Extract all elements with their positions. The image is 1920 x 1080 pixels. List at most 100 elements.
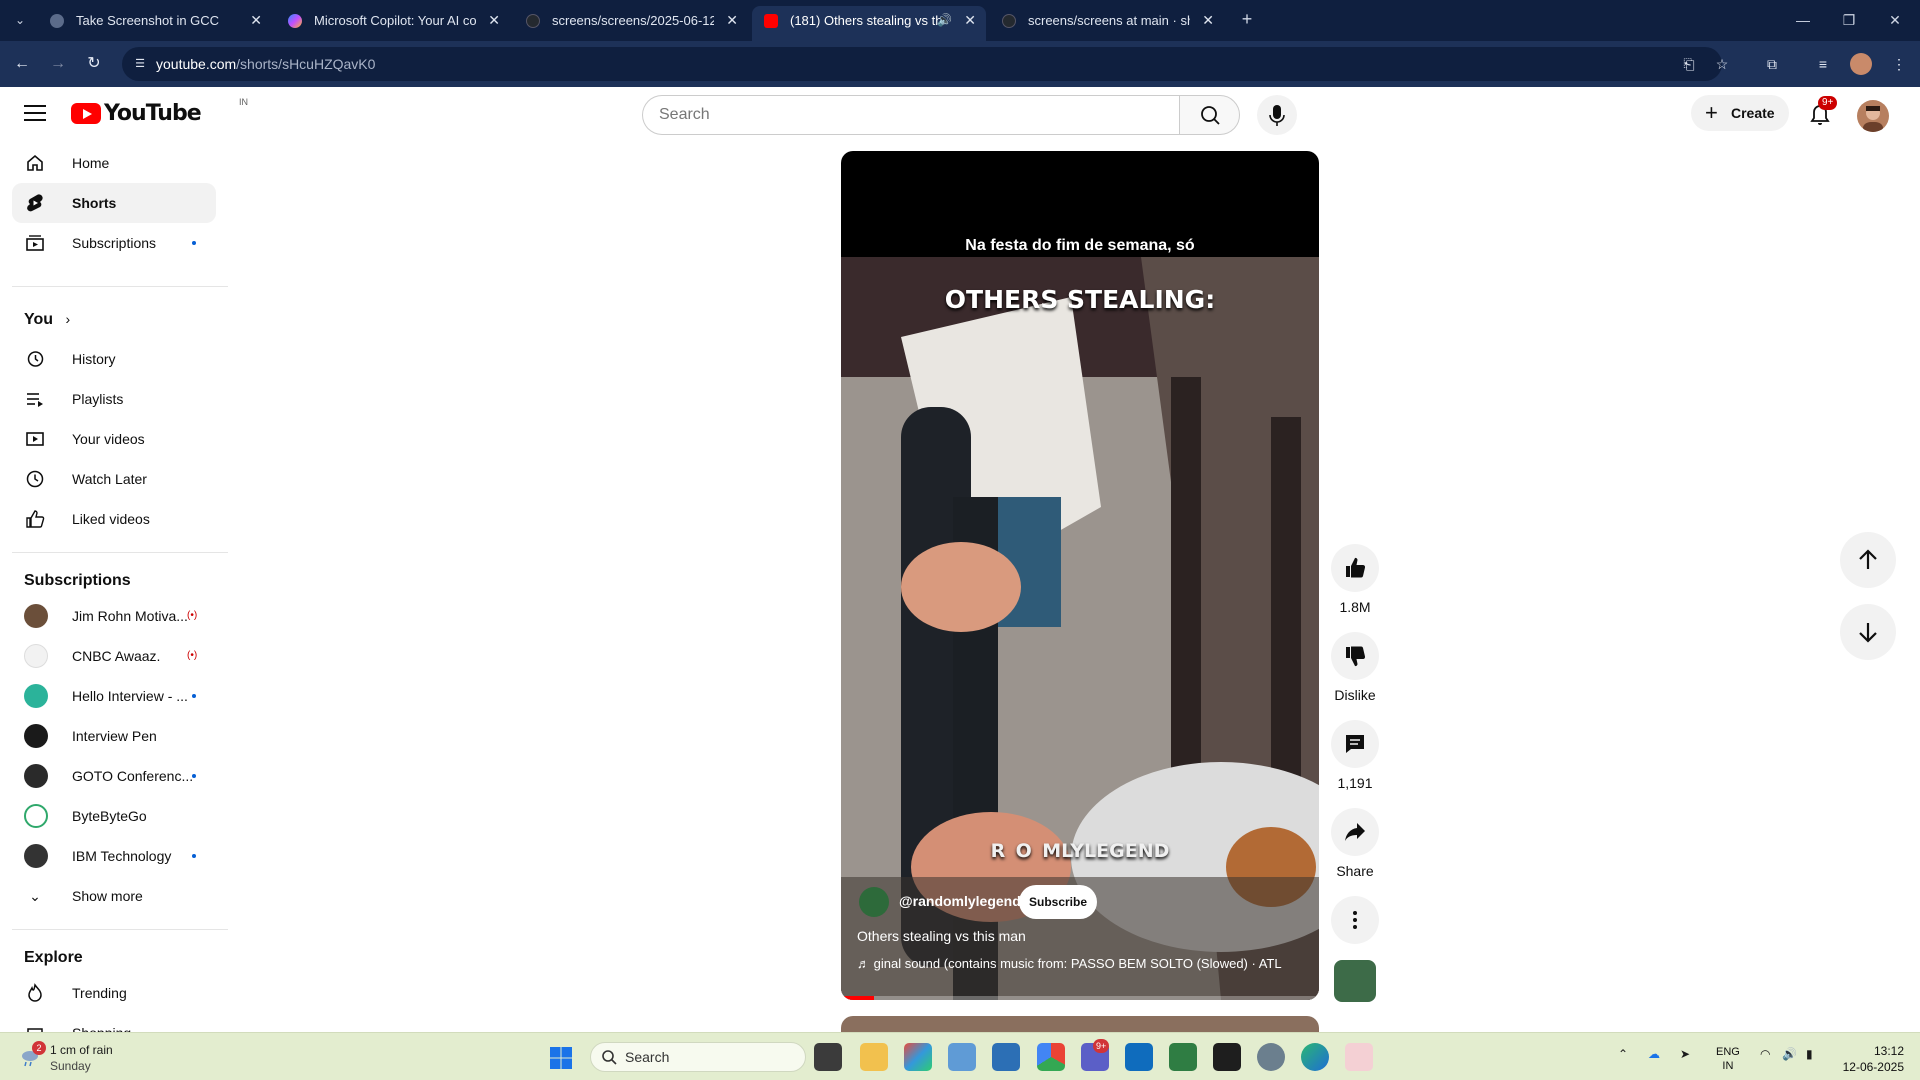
settings-gear-icon[interactable] — [1257, 1043, 1285, 1071]
store-app-icon[interactable] — [904, 1043, 932, 1071]
file-explorer-icon[interactable] — [860, 1043, 888, 1071]
speaker-icon[interactable]: 🔊 — [937, 6, 952, 35]
sidebar-item-playlists[interactable]: Playlists — [12, 379, 216, 419]
battery-icon[interactable]: ▮ — [1806, 1047, 1813, 1061]
comments-button[interactable] — [1331, 720, 1379, 768]
share-button[interactable] — [1331, 808, 1379, 856]
tab-take-screenshot[interactable]: Take Screenshot in GCC ✕ — [38, 6, 272, 41]
tab-github-main[interactable]: screens/screens at main · shubh ✕ — [990, 6, 1224, 41]
tab-search-chevron-icon[interactable]: ⌄ — [8, 8, 32, 32]
windows-start-icon[interactable] — [549, 1046, 573, 1070]
channel-name[interactable]: @randomlylegend — [899, 893, 1021, 909]
sidebar-item-watch-later[interactable]: Watch Later — [12, 459, 216, 499]
playback-progress-bar[interactable] — [841, 996, 1319, 1000]
extensions-icon[interactable]: ⧉ — [1761, 53, 1783, 75]
sidebar-channel[interactable]: GOTO Conferenc... — [12, 756, 216, 796]
dislike-button[interactable] — [1331, 632, 1379, 680]
back-arrow-icon[interactable]: ← — [11, 53, 33, 75]
edge-browser-icon[interactable] — [1301, 1043, 1329, 1071]
search-button[interactable] — [1179, 95, 1240, 135]
input-language[interactable]: ENG IN — [1716, 1045, 1740, 1073]
close-tab-icon[interactable]: ✕ — [488, 6, 500, 35]
account-avatar[interactable] — [1857, 100, 1889, 132]
close-window-icon[interactable]: ✕ — [1872, 8, 1918, 32]
tab-copilot[interactable]: Microsoft Copilot: Your AI comp ✕ — [276, 6, 510, 41]
sidebar-item-trending[interactable]: Trending — [12, 973, 216, 1013]
sidebar-channel[interactable]: CNBC Awaaz. (•) — [12, 636, 216, 676]
tab-title: Take Screenshot in GCC — [76, 13, 220, 28]
tab-github-screens[interactable]: screens/screens/2025-06-12_09 ✕ — [514, 6, 748, 41]
sidebar-item-liked-videos[interactable]: Liked videos — [12, 499, 216, 539]
address-bar[interactable]: ☰ youtube.com/shorts/sHcuHZQavK0 — [122, 47, 1722, 81]
close-tab-icon[interactable]: ✕ — [1202, 6, 1214, 35]
sound-source-thumbnail[interactable] — [1334, 960, 1376, 1002]
sidebar-item-your-videos[interactable]: Your videos — [12, 419, 216, 459]
tab-title: screens/screens/2025-06-12_09 — [552, 13, 714, 28]
like-action[interactable]: 1.8M — [1331, 544, 1379, 615]
media-controls-icon[interactable]: ≡ — [1812, 53, 1834, 75]
sidebar-item-home[interactable]: Home — [12, 143, 216, 183]
short-title[interactable]: Others stealing vs this man — [857, 928, 1026, 944]
music-line[interactable]: ♬ ginal sound (contains music from: PASS… — [857, 956, 1307, 971]
browser-menu-icon[interactable]: ⋮ — [1888, 53, 1910, 75]
bookmark-star-icon[interactable]: ☆ — [1711, 53, 1733, 75]
sidebar-item-history[interactable]: History — [12, 339, 216, 379]
remote-desktop-icon[interactable] — [992, 1043, 1020, 1071]
sidebar-you-heading[interactable]: You › — [12, 299, 216, 339]
previous-short-button[interactable] — [1840, 532, 1896, 588]
next-short-button[interactable] — [1840, 604, 1896, 660]
show-hidden-icons-chevron-icon[interactable]: ⌃ — [1618, 1047, 1628, 1061]
close-tab-icon[interactable]: ✕ — [726, 6, 738, 35]
shorts-player[interactable]: Na festa do fim de semana, só OTHERS STE… — [841, 151, 1319, 1000]
browser-profile-avatar[interactable] — [1850, 53, 1872, 75]
more-options-action[interactable] — [1331, 896, 1379, 944]
create-button[interactable]: + Create — [1691, 95, 1789, 131]
search-input[interactable] — [642, 95, 1179, 135]
wifi-icon[interactable]: ◠ — [1760, 1047, 1770, 1061]
system-clock[interactable]: 13:12 12-06-2025 — [1836, 1043, 1904, 1075]
new-tab-icon[interactable]: + — [1235, 8, 1259, 32]
region-code: IN — [1722, 1060, 1734, 1072]
voice-search-button[interactable] — [1257, 95, 1297, 135]
onedrive-cloud-icon[interactable]: ☁ — [1648, 1047, 1660, 1061]
snipping-tool-icon[interactable] — [1345, 1043, 1373, 1071]
subscribe-button[interactable]: Subscribe — [1019, 885, 1097, 919]
share-action[interactable]: Share — [1331, 808, 1379, 879]
dislike-action[interactable]: Dislike — [1331, 632, 1379, 703]
site-info-icon[interactable]: ☰ — [132, 56, 148, 72]
sidebar-channel[interactable]: Jim Rohn Motiva... (•) — [12, 596, 216, 636]
sidebar-show-more[interactable]: ⌄ Show more — [12, 876, 216, 916]
close-tab-icon[interactable]: ✕ — [964, 6, 976, 35]
channel-avatar[interactable] — [859, 887, 889, 917]
install-app-icon[interactable]: ⎗ — [1678, 53, 1700, 75]
sidebar-channel[interactable]: Hello Interview - ... — [12, 676, 216, 716]
outlook-icon[interactable] — [1125, 1043, 1153, 1071]
tab-youtube-short[interactable]: (181) Others stealing vs this 🔊 ✕ — [752, 6, 986, 41]
terminal-icon[interactable] — [1213, 1043, 1241, 1071]
sidebar-item-shopping[interactable]: Shopping — [12, 1013, 216, 1033]
more-options-button[interactable] — [1331, 896, 1379, 944]
sidebar-channel[interactable]: IBM Technology — [12, 836, 216, 876]
teams-badge: 9+ — [1093, 1039, 1110, 1053]
notifications-button[interactable]: 9+ — [1802, 96, 1838, 133]
chrome-browser-icon[interactable] — [1037, 1043, 1065, 1071]
window-app-icon[interactable] — [948, 1043, 976, 1071]
forward-arrow-icon[interactable]: → — [47, 53, 69, 75]
excel-icon[interactable] — [1169, 1043, 1197, 1071]
volume-icon[interactable]: 🔊 — [1782, 1047, 1797, 1061]
task-view-icon[interactable] — [814, 1043, 842, 1071]
sidebar-item-shorts[interactable]: Shorts — [12, 183, 216, 223]
comments-action[interactable]: 1,191 — [1331, 720, 1379, 791]
channel-avatar — [24, 724, 48, 748]
menu-icon[interactable] — [24, 105, 46, 121]
reload-icon[interactable]: ↻ — [83, 53, 105, 75]
taskbar-search[interactable]: Search — [590, 1042, 806, 1072]
like-button[interactable] — [1331, 544, 1379, 592]
sidebar-item-subscriptions[interactable]: Subscriptions — [12, 223, 216, 263]
minimize-icon[interactable]: — — [1780, 8, 1826, 32]
restore-icon[interactable]: ❐ — [1826, 8, 1872, 32]
close-tab-icon[interactable]: ✕ — [250, 6, 262, 35]
location-arrow-icon[interactable]: ➤ — [1680, 1047, 1690, 1061]
sidebar-channel[interactable]: Interview Pen — [12, 716, 216, 756]
sidebar-channel[interactable]: ByteByteGo — [12, 796, 216, 836]
